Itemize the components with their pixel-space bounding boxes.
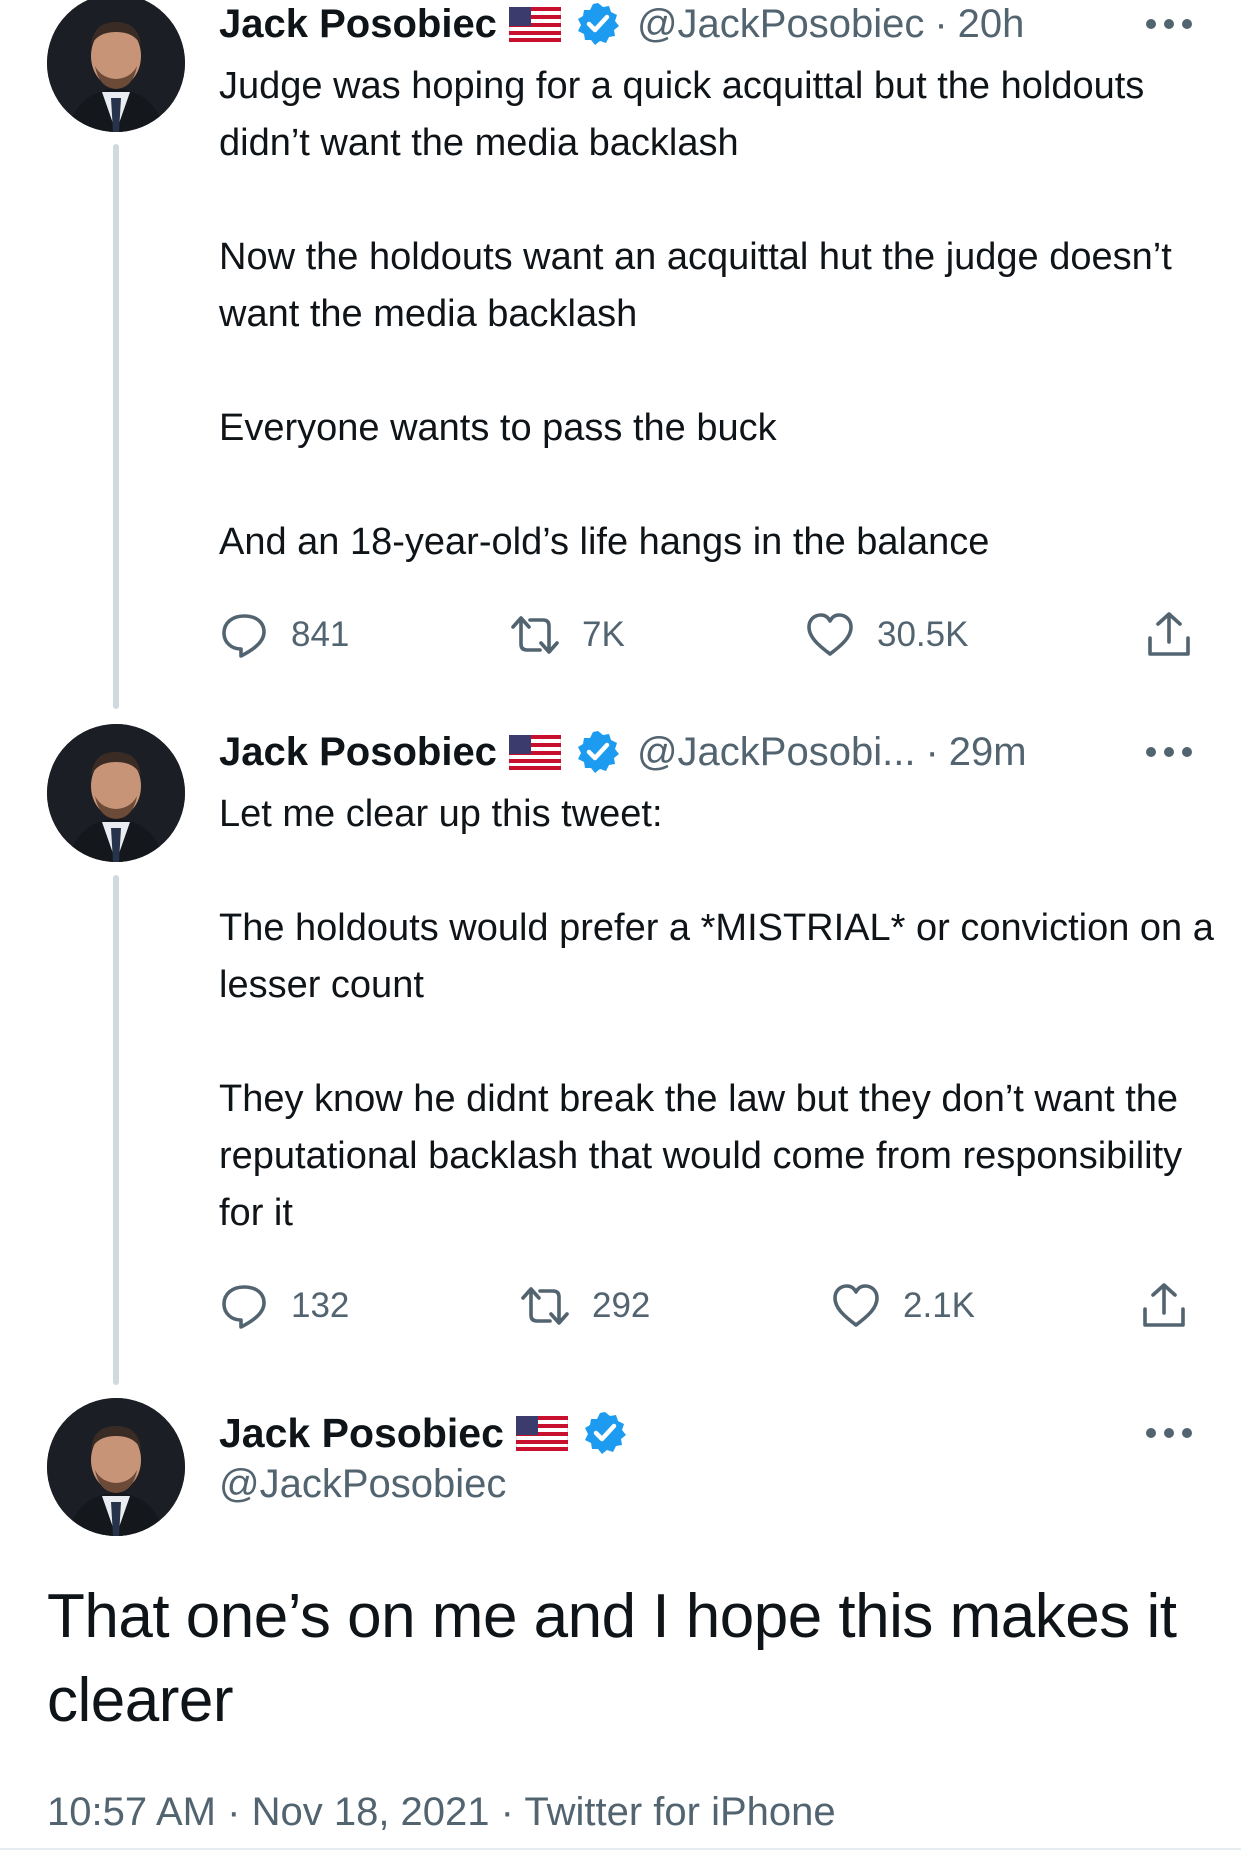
verified-badge-icon <box>575 1 621 47</box>
us-flag-icon <box>508 734 561 770</box>
reply-button[interactable]: 841 <box>219 605 349 665</box>
share-button[interactable] <box>1144 605 1194 665</box>
avatar[interactable] <box>47 0 185 132</box>
tweet-source[interactable]: Twitter for iPhone <box>524 1790 835 1834</box>
tweet-thread: Jack Posobiec @JackPosobiec · 20h Judge … <box>0 0 1241 1858</box>
tweet-paragraph: They know he didnt break the law but the… <box>219 1078 1183 1234</box>
verified-badge-icon <box>582 1410 628 1456</box>
us-flag-icon <box>515 1415 568 1451</box>
tweet-paragraph: And an 18-year-old’s life hangs in the b… <box>219 521 990 563</box>
avatar-image <box>47 724 185 862</box>
main-tweet-text: That one’s on me and I hope this makes i… <box>47 1582 1177 1735</box>
tweet-body: Judge was hoping for a quick acquittal b… <box>219 58 1219 571</box>
author-handle[interactable]: @JackPosobiec <box>219 1462 506 1507</box>
reply-count: 841 <box>291 615 350 654</box>
thread-connector <box>113 144 119 709</box>
separator-dot: · <box>934 2 948 46</box>
tweet-actions: 841 7K 30.5K <box>219 605 1194 665</box>
share-icon <box>1139 1281 1189 1331</box>
more-icon[interactable] <box>1143 742 1195 762</box>
tweet-date[interactable]: Nov 18, 2021 <box>252 1790 490 1834</box>
retweet-icon <box>520 1281 570 1331</box>
reply-count: 132 <box>291 1286 350 1325</box>
tweet-time[interactable]: 29m <box>949 728 1027 776</box>
tweet-header: Jack Posobiec @JackPosobiec · 20h <box>219 0 1024 54</box>
divider <box>0 1848 1241 1850</box>
tweet-body: Let me clear up this tweet: The holdouts… <box>219 786 1219 1242</box>
tweet-metadata: 10:57 AM · Nov 18, 2021 · Twitter for iP… <box>47 1790 836 1835</box>
author-handle[interactable]: @JackPosobiec <box>637 0 924 48</box>
tweet-paragraph: Now the holdouts want an acquittal hut t… <box>219 236 1172 335</box>
retweet-count: 7K <box>582 615 625 654</box>
author-name[interactable]: Jack Posobiec <box>219 0 497 48</box>
avatar[interactable] <box>47 1398 185 1536</box>
reply-icon <box>219 1281 269 1331</box>
retweet-button[interactable]: 292 <box>520 1276 650 1336</box>
author-handle[interactable]: @JackPosobi... <box>637 728 916 776</box>
tweet-paragraph: Judge was hoping for a quick acquittal b… <box>219 65 1145 164</box>
avatar[interactable] <box>47 724 185 862</box>
thread-connector <box>113 875 119 1385</box>
avatar-image <box>47 1398 185 1536</box>
like-count: 2.1K <box>903 1286 975 1325</box>
like-count: 30.5K <box>877 615 969 654</box>
reply-button[interactable]: 132 <box>219 1276 349 1336</box>
more-icon[interactable] <box>1143 14 1195 34</box>
retweet-icon <box>510 610 560 660</box>
tweet-header: Jack Posobiec <box>219 1403 628 1463</box>
reply-icon <box>219 610 269 660</box>
like-button[interactable]: 2.1K <box>831 1276 975 1336</box>
tweet-time[interactable]: 20h <box>958 0 1025 48</box>
author-name[interactable]: Jack Posobiec <box>219 728 497 776</box>
share-button[interactable] <box>1139 1276 1189 1336</box>
share-icon <box>1144 610 1194 660</box>
separator-dot: · <box>227 1790 241 1834</box>
heart-icon <box>831 1281 881 1331</box>
tweet-paragraph: The holdouts would prefer a *MISTRIAL* o… <box>219 907 1214 1006</box>
tweet-timestamp[interactable]: 10:57 AM <box>47 1790 216 1834</box>
separator-dot: · <box>500 1790 514 1834</box>
tweet-header: Jack Posobiec @JackPosobi... · 29m <box>219 722 1027 782</box>
like-button[interactable]: 30.5K <box>805 605 968 665</box>
tweet-paragraph: Everyone wants to pass the buck <box>219 407 777 449</box>
us-flag-icon <box>508 6 561 42</box>
avatar-image <box>47 0 185 132</box>
separator-dot: · <box>925 730 939 774</box>
retweet-count: 292 <box>592 1286 651 1325</box>
author-name[interactable]: Jack Posobiec <box>219 1410 504 1457</box>
retweet-button[interactable]: 7K <box>510 605 625 665</box>
verified-badge-icon <box>575 729 621 775</box>
heart-icon <box>805 610 855 660</box>
more-icon[interactable] <box>1143 1423 1195 1443</box>
tweet-paragraph: Let me clear up this tweet: <box>219 793 663 835</box>
tweet-actions: 132 292 2.1K <box>219 1276 1194 1336</box>
